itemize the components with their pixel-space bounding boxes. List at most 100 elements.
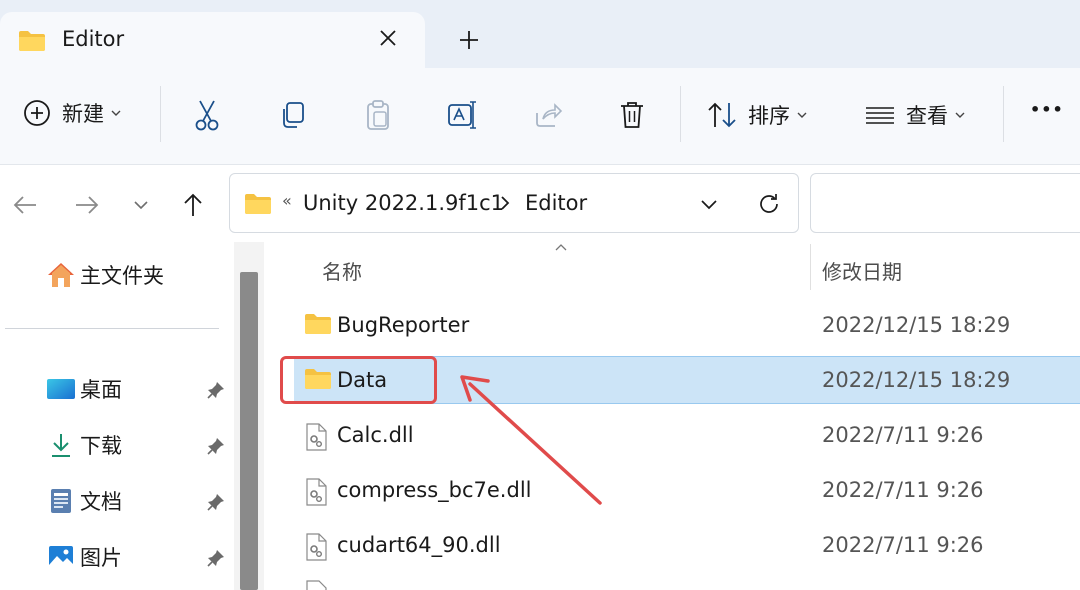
search-box[interactable] [810,173,1080,233]
sidebar-item-home[interactable]: 主文件夹 [46,260,164,290]
sort-ascending-icon [555,244,567,251]
more-icon: ••• [1030,100,1064,119]
folder-icon [19,31,45,51]
file-row-bugreporter[interactable]: BugReporter 2022/12/15 18:29 [294,302,1080,350]
share-icon [536,103,563,127]
pin-icon[interactable] [206,380,226,400]
chevron-down-icon [955,112,965,118]
arrow-left-icon [13,196,36,214]
file-date: 2022/12/15 18:29 [822,368,1011,392]
sort-button[interactable]: 排序 [706,100,808,130]
chevron-down-icon [134,201,148,210]
file-row-cudart[interactable]: cudart64_90.dll 2022/7/11 9:26 [294,522,1080,570]
sort-label: 排序 [748,104,790,128]
sidebar-item-desktop[interactable]: 桌面 [46,374,122,404]
pin-icon[interactable] [206,492,226,512]
clipboard-icon [367,100,389,130]
command-bar: 新建 排序 查看 ••• [0,68,1080,165]
cut-button[interactable] [190,98,224,132]
file-date: 2022/7/11 9:26 [822,423,984,447]
scissors-icon [195,100,219,131]
sidebar-item-label: 桌面 [80,378,122,402]
close-tab-icon[interactable] [374,24,402,52]
forward-button[interactable] [72,190,102,220]
trash-icon [621,102,643,128]
up-button[interactable] [178,190,208,220]
breadcrumb-editor[interactable]: Editor [525,191,587,215]
more-options-button[interactable]: ••• [1030,100,1064,119]
share-button [531,98,565,132]
refresh-button[interactable] [754,189,784,219]
dll-file-icon [306,580,327,590]
dll-file-icon [306,533,327,561]
sidebar-item-label: 下载 [80,434,122,458]
download-icon [52,434,70,457]
pin-icon[interactable] [206,436,226,456]
sidebar-item-label: 主文件夹 [80,264,164,288]
view-button[interactable]: 查看 [864,100,966,130]
sidebar-item-label: 图片 [80,546,122,570]
toolbar-divider [1003,86,1004,142]
file-name: BugReporter [337,313,470,337]
chevron-down-icon [111,110,121,116]
add-circle-icon [24,100,50,126]
address-history-button[interactable] [696,191,722,217]
folder-icon [245,194,271,214]
tab-strip: Editor [0,0,1080,68]
overflow-chevron[interactable]: « [282,191,292,210]
paste-button [361,98,395,132]
document-icon [51,489,71,513]
view-label: 查看 [906,104,948,128]
breadcrumb-unity[interactable]: Unity 2022.1.9f1c1 [303,191,504,215]
copy-button[interactable] [276,98,310,132]
sidebar-divider [5,328,219,329]
sidebar-item-downloads[interactable]: 下载 [46,430,122,460]
new-tab-icon[interactable] [455,26,483,54]
recent-locations-button[interactable] [126,190,156,220]
file-name: Calc.dll [337,423,414,447]
sidebar-item-pictures[interactable]: 图片 [46,542,122,572]
file-name: cudart64_90.dll [337,533,501,557]
dll-file-icon [306,423,327,451]
toolbar-divider [160,86,161,142]
view-list-icon [866,107,894,124]
toolbar-divider [680,86,681,142]
column-header-name[interactable]: 名称 [322,256,362,285]
tab-title: Editor [62,27,125,51]
back-button[interactable] [10,190,40,220]
pin-icon[interactable] [206,548,226,568]
chevron-down-icon [701,200,717,210]
new-button[interactable]: 新建 [22,98,122,128]
dll-file-icon [306,478,327,506]
folder-icon [305,314,331,334]
column-divider[interactable] [810,244,811,290]
file-row-compress[interactable]: compress_bc7e.dll 2022/7/11 9:26 [294,467,1080,515]
column-header-modified[interactable]: 修改日期 [822,256,902,285]
file-date: 2022/7/11 9:26 [822,533,984,557]
rename-button[interactable] [446,98,480,132]
chevron-down-icon [797,112,807,118]
rename-icon [448,101,476,129]
file-name: compress_bc7e.dll [337,478,532,502]
desktop-icon [47,379,75,399]
annotation-highlight-box [280,356,437,404]
navigation-pane: 主文件夹 桌面 下载 文档 图片 [0,234,234,590]
chevron-right-icon[interactable] [498,194,512,212]
tab-editor[interactable]: Editor [0,12,425,68]
address-bar[interactable]: « Unity 2022.1.9f1c1 Editor [229,173,799,233]
file-date: 2022/12/15 18:29 [822,313,1011,337]
refresh-icon [760,194,778,213]
pictures-icon [49,546,73,568]
home-icon [48,263,74,287]
sidebar-item-documents[interactable]: 文档 [46,486,122,516]
delete-button[interactable] [615,98,649,132]
file-row-calc[interactable]: Calc.dll 2022/7/11 9:26 [294,412,1080,460]
copy-icon [283,102,304,128]
sort-icon [708,102,736,128]
new-label: 新建 [62,102,104,126]
arrow-up-icon [184,193,202,216]
sidebar-item-label: 文档 [80,490,122,514]
sidebar-scrollbar-thumb[interactable] [240,272,258,590]
arrow-right-icon [76,196,99,214]
file-date: 2022/7/11 9:26 [822,478,984,502]
